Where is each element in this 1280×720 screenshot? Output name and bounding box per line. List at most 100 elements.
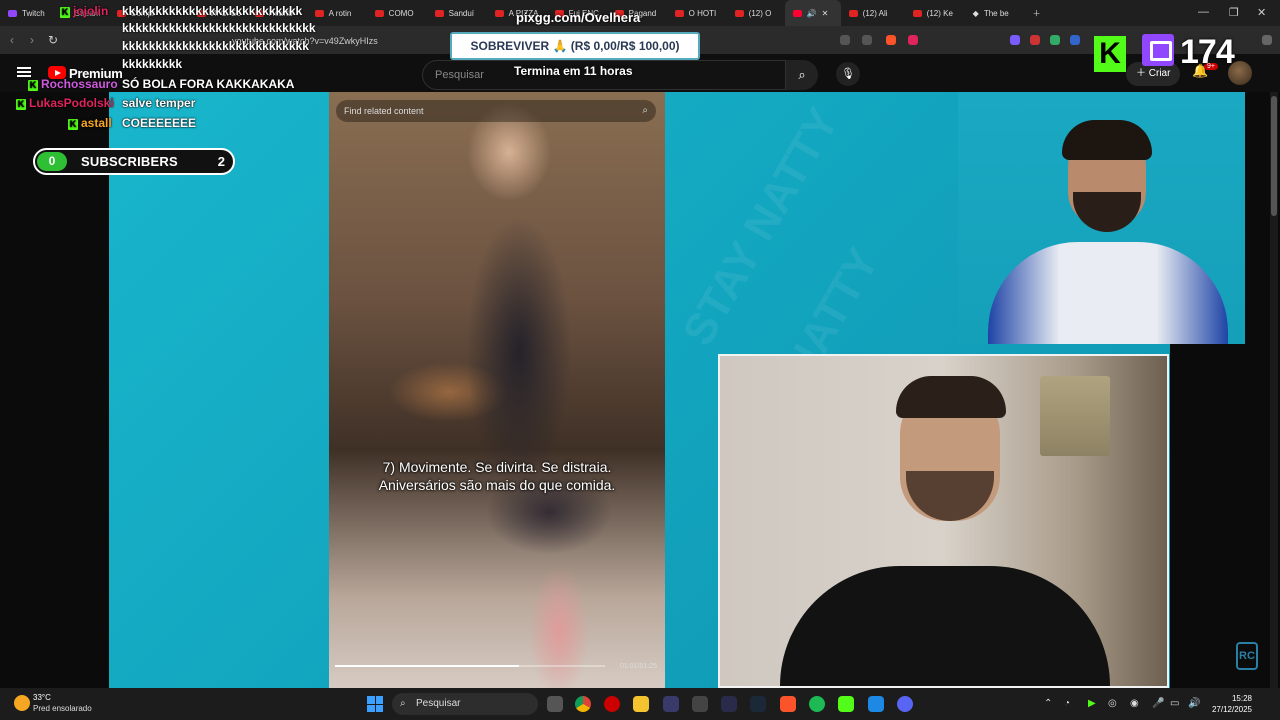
- windows-taskbar: 33°C Pred ensolarado ⌕ Pesquisar ⌃ ◔ ▶ ◎ …: [0, 688, 1280, 720]
- app-icon[interactable]: [838, 696, 854, 712]
- kick-badge-icon: K: [60, 7, 70, 18]
- screen: Twitch Stream Compr И. С. Бе Heartb A ro…: [0, 0, 1280, 720]
- goal-timer: Termina em 11 horas: [514, 64, 633, 78]
- voice-search-button[interactable]: 🎙: [836, 62, 860, 86]
- close-tab-icon[interactable]: ✕: [822, 9, 829, 18]
- file-explorer-icon[interactable]: [633, 696, 649, 712]
- browser-tab[interactable]: (12) Ali: [841, 0, 905, 26]
- tray-overflow-icon[interactable]: ⌃: [1044, 698, 1052, 709]
- video-time: 01:01/01:25: [620, 663, 657, 670]
- chat-message: kkkkkkkkk: [122, 57, 183, 71]
- related-content-search[interactable]: Find related content ⌕: [336, 100, 656, 122]
- video-progress-bar[interactable]: [335, 665, 605, 667]
- viewer-count: 174: [1180, 33, 1235, 71]
- reload-icon[interactable]: ↻: [48, 33, 58, 47]
- browser-tab[interactable]: O HOTI: [667, 0, 727, 26]
- browser-tab[interactable]: Sanduí: [427, 0, 487, 26]
- tray-mic-icon[interactable]: 🎤: [1152, 698, 1164, 709]
- chat-message: kkkkkkkkkkkkkkkkkkkkkkkkkkk: [122, 4, 303, 18]
- tray-app-icon[interactable]: ▶: [1088, 698, 1096, 709]
- app-icon[interactable]: [692, 696, 708, 712]
- windows-start-icon[interactable]: [367, 696, 383, 712]
- mic-icon: 🎙: [841, 68, 855, 80]
- browser-tab[interactable]: Twitch: [0, 0, 53, 26]
- hamburger-menu-icon[interactable]: [17, 67, 31, 77]
- shorts-video-player[interactable]: Find related content ⌕ 7) Movimente. Se …: [329, 92, 665, 688]
- tray-app-icon[interactable]: ◎: [1108, 698, 1117, 709]
- brave-icon[interactable]: [780, 696, 796, 712]
- cast-icon[interactable]: [840, 35, 850, 45]
- webcam-person-body: [988, 242, 1228, 344]
- search-icon: ⌕: [642, 105, 648, 116]
- tray-network-icon[interactable]: ▭: [1170, 698, 1179, 709]
- progress-fill: [335, 665, 519, 667]
- tray-volume-icon[interactable]: 🔊: [1188, 698, 1200, 709]
- app-icon[interactable]: [663, 696, 679, 712]
- chat-user: Kjojolin: [60, 4, 109, 18]
- chrome-icon[interactable]: [575, 696, 591, 712]
- search-icon: ⌕: [400, 698, 406, 709]
- youtube-icon: [912, 9, 922, 17]
- maximize-icon[interactable]: ❐: [1229, 6, 1239, 19]
- tray-app-icon[interactable]: ◉: [1130, 698, 1139, 709]
- browser-tab[interactable]: ◆ The be: [965, 0, 1025, 26]
- task-view-icon[interactable]: [547, 696, 563, 712]
- browser-tab-active[interactable]: 🔊 ✕: [784, 0, 841, 26]
- share-icon[interactable]: [862, 35, 872, 45]
- twitch-icon: [8, 9, 17, 17]
- chat-user: K Rochossauro: [28, 77, 118, 91]
- extension-icon[interactable]: [1070, 35, 1080, 45]
- search-button[interactable]: ⌕: [786, 60, 818, 90]
- tray-app-icon[interactable]: ◔: [1064, 698, 1070, 709]
- twitch-logo-icon: [1142, 34, 1174, 66]
- back-icon[interactable]: ‹: [10, 33, 14, 47]
- brave-shield-icon[interactable]: [886, 35, 896, 45]
- extension-icon[interactable]: [1050, 35, 1060, 45]
- streamer-webcam: [958, 92, 1245, 344]
- extension-icon[interactable]: [1030, 35, 1040, 45]
- donation-goal-banner: SOBREVIVER 🙏 (R$ 0,00/R$ 100,00): [450, 32, 700, 60]
- taskbar-search[interactable]: ⌕ Pesquisar: [392, 693, 538, 715]
- spotify-icon[interactable]: [809, 696, 825, 712]
- opera-icon[interactable]: [604, 696, 620, 712]
- browser-tab[interactable]: (12) O: [727, 0, 785, 26]
- app-icon[interactable]: [721, 696, 737, 712]
- browser-tab[interactable]: COMO: [367, 0, 427, 26]
- close-window-icon[interactable]: ✕: [1257, 6, 1266, 19]
- taskbar-clock[interactable]: 15:28 27/12/2025: [1208, 693, 1252, 715]
- kick-badge-icon: K: [68, 119, 78, 130]
- chat-message: kkkkkkkkkkkkkkkkkkkkkkkkkkkkk: [122, 21, 316, 35]
- app-icon[interactable]: [868, 696, 884, 712]
- guest-video: [718, 354, 1169, 688]
- minimize-icon[interactable]: —: [1198, 6, 1209, 18]
- new-tab-button[interactable]: ＋: [1025, 0, 1049, 26]
- guest-person-hair: [896, 376, 1006, 418]
- page-scrollbar[interactable]: [1270, 92, 1278, 688]
- channel-logo: RC: [1236, 642, 1258, 670]
- scrollbar-thumb[interactable]: [1271, 96, 1277, 216]
- youtube-icon: [792, 9, 802, 17]
- diamond-icon: ◆: [972, 8, 979, 18]
- main-stage: STAY NATTY STAY NATTY Find related conte…: [0, 92, 1280, 688]
- menu-icon[interactable]: [1262, 35, 1272, 45]
- youtube-icon: [848, 9, 858, 17]
- guest-person-body: [780, 566, 1110, 686]
- forward-icon[interactable]: ›: [30, 33, 34, 47]
- donation-url: pixgg.com/Ovelhera: [516, 10, 641, 25]
- extension-icon[interactable]: [1010, 35, 1020, 45]
- browser-tab[interactable]: (12) Ke: [905, 0, 965, 26]
- discord-icon[interactable]: [897, 696, 913, 712]
- subs-goal-count: 2: [217, 154, 225, 169]
- brave-rewards-icon[interactable]: [908, 35, 918, 45]
- chat-message: kkkkkkkkkkkkkkkkkkkkkkkkkkkk: [122, 39, 309, 53]
- chat-user: Kastall: [68, 116, 112, 130]
- kick-badge-icon: K: [28, 80, 38, 91]
- youtube-icon: [314, 9, 324, 17]
- kick-logo-icon: K: [1094, 36, 1126, 72]
- youtube-icon: [734, 9, 744, 17]
- chat-message: COEEEEEEE: [122, 116, 197, 130]
- kick-badge-icon: K: [16, 99, 26, 110]
- search-icon: ⌕: [798, 67, 806, 82]
- steam-icon[interactable]: [750, 696, 766, 712]
- subs-label: SUBSCRIBERS: [81, 154, 178, 169]
